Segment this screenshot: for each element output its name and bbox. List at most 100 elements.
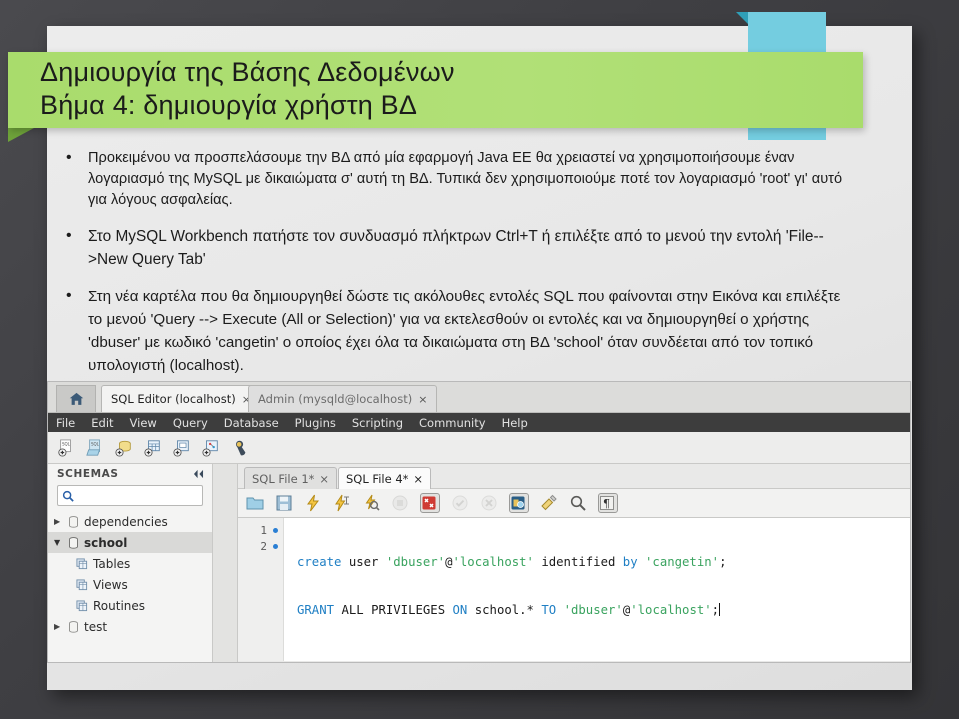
title-line-1: Δημιουργία της Βάσης Δεδομένων xyxy=(40,57,455,87)
tab-admin[interactable]: Admin (mysqld@localhost) × xyxy=(248,385,438,412)
tab-label: SQL Editor (localhost) xyxy=(111,392,236,406)
tree-item-label: school xyxy=(84,535,128,550)
schemas-title: SCHEMAS xyxy=(57,467,119,480)
line-number-row: 1 xyxy=(238,522,283,538)
open-sql-file-icon[interactable]: SQL xyxy=(86,438,104,457)
svg-text:SQL: SQL xyxy=(91,441,100,446)
new-schema-icon[interactable] xyxy=(115,439,133,457)
save-file-icon[interactable] xyxy=(275,494,293,512)
sql-tab-label: SQL File 1* xyxy=(252,471,315,486)
explain-query-icon[interactable] xyxy=(362,494,380,512)
tree-item-label: Views xyxy=(93,577,128,592)
banner-fold-decoration xyxy=(8,128,34,142)
slide-canvas: Δημιουργία της Βάσης Δεδομένων Βήμα 4: δ… xyxy=(0,0,959,719)
new-view-icon[interactable] xyxy=(173,439,191,457)
autocommit-icon[interactable] xyxy=(509,493,529,513)
line-number-gutter: 1 2 xyxy=(238,518,284,661)
menu-item-query[interactable]: Query xyxy=(173,416,208,430)
new-sql-file-icon[interactable]: SQL xyxy=(57,438,75,457)
sql-editor-toolbar: ¶ xyxy=(238,488,910,518)
bullet-item: Προκειμένου να προσπελάσουμε την ΒΔ από … xyxy=(58,147,848,211)
sql-file-tab-strip: SQL File 1* × SQL File 4* × xyxy=(238,464,910,489)
new-table-icon[interactable] xyxy=(144,439,162,457)
chevron-right-icon[interactable]: ▶ xyxy=(54,517,63,526)
page-title: Δημιουργία της Βάσης Δεδομένων Βήμα 4: δ… xyxy=(40,56,800,122)
code-lines[interactable]: create user 'dbuser'@'localhost' identif… xyxy=(284,518,910,661)
beautify-query-icon[interactable] xyxy=(540,494,558,512)
commit-icon xyxy=(452,495,468,511)
sql-file-tab-1[interactable]: SQL File 1* × xyxy=(244,467,338,489)
main-toolbar: SQL SQL xyxy=(48,432,910,464)
tables-icon xyxy=(76,557,88,569)
schema-icon xyxy=(69,536,78,549)
bullet-item: Στο MySQL Workbench πατήστε τον συνδυασμ… xyxy=(58,224,848,271)
menu-item-help[interactable]: Help xyxy=(502,416,528,430)
tab-sql-editor[interactable]: SQL Editor (localhost) × xyxy=(101,385,261,412)
line-number-row: 2 xyxy=(238,538,283,554)
sql-editor-pane: SQL File 1* × SQL File 4* × ¶ 1 2 create… xyxy=(238,464,910,662)
line-number: 1 xyxy=(260,523,267,537)
home-tab-button[interactable] xyxy=(56,385,96,412)
menu-bar: File Edit View Query Database Plugins Sc… xyxy=(48,413,910,432)
title-line-2: Βήμα 4: δημιουργία χρήστη ΒΔ xyxy=(40,90,418,120)
close-icon[interactable]: × xyxy=(413,472,423,486)
security-icon[interactable] xyxy=(231,439,249,457)
tree-item-routines[interactable]: Routines xyxy=(48,595,212,616)
svg-text:¶: ¶ xyxy=(603,497,610,510)
menu-item-database[interactable]: Database xyxy=(224,416,279,430)
rollback-icon xyxy=(481,495,497,511)
workbench-body: SCHEMAS ▶ dependencies ▼ school Tables V… xyxy=(48,464,910,662)
tree-item-label: test xyxy=(84,619,108,634)
chevron-right-icon[interactable]: ▶ xyxy=(54,622,63,631)
sql-tab-label: SQL File 4* xyxy=(346,471,409,486)
mysql-workbench-window: SQL Editor (localhost) × Admin (mysqld@l… xyxy=(47,381,911,663)
menu-item-file[interactable]: File xyxy=(56,416,75,430)
new-routine-icon[interactable] xyxy=(202,439,220,457)
execute-icon[interactable] xyxy=(304,494,322,512)
menu-item-view[interactable]: View xyxy=(130,416,157,430)
menu-item-scripting[interactable]: Scripting xyxy=(352,416,403,430)
menu-item-plugins[interactable]: Plugins xyxy=(295,416,336,430)
menu-item-community[interactable]: Community xyxy=(419,416,486,430)
sidebar-splitter[interactable] xyxy=(213,464,238,662)
bullet-item: Στη νέα καρτέλα που θα δημιουργηθεί δώστ… xyxy=(58,284,848,377)
tab-label: Admin (mysqld@localhost) xyxy=(258,392,413,406)
breakpoint-marker-icon[interactable] xyxy=(273,543,278,549)
toggle-stop-on-error-icon[interactable] xyxy=(420,493,440,513)
close-icon[interactable]: × xyxy=(319,472,329,486)
stop-query-icon xyxy=(392,495,408,511)
tree-item-dependencies[interactable]: ▶ dependencies xyxy=(48,511,212,532)
schemas-sidebar: SCHEMAS ▶ dependencies ▼ school Tables V… xyxy=(48,464,213,662)
routines-icon xyxy=(76,599,88,611)
schemas-header: SCHEMAS xyxy=(48,464,212,483)
find-icon[interactable] xyxy=(569,494,587,512)
schema-search-input[interactable] xyxy=(57,485,203,506)
sql-file-tab-4[interactable]: SQL File 4* × xyxy=(338,467,432,489)
schema-icon xyxy=(69,620,78,633)
svg-text:SQL: SQL xyxy=(62,441,71,446)
home-icon xyxy=(69,392,83,405)
text-cursor xyxy=(719,603,721,616)
open-file-icon[interactable] xyxy=(246,494,264,512)
chevron-down-icon[interactable]: ▼ xyxy=(54,538,63,547)
tree-item-tables[interactable]: Tables xyxy=(48,553,212,574)
search-icon xyxy=(62,490,74,502)
views-icon xyxy=(76,578,88,590)
tree-item-views[interactable]: Views xyxy=(48,574,212,595)
workbench-tab-strip: SQL Editor (localhost) × Admin (mysqld@l… xyxy=(48,382,910,413)
tree-item-test[interactable]: ▶ test xyxy=(48,616,212,637)
breakpoint-marker-icon[interactable] xyxy=(273,527,278,533)
close-icon[interactable]: × xyxy=(418,393,427,406)
execute-current-statement-icon[interactable] xyxy=(333,494,351,512)
tree-item-school[interactable]: ▼ school xyxy=(48,532,212,553)
collapse-panel-icon[interactable] xyxy=(193,469,204,479)
schema-icon xyxy=(69,515,78,528)
sql-code-editor[interactable]: 1 2 create user 'dbuser'@'localhost' ide… xyxy=(238,518,910,661)
bullet-list: Προκειμένου να προσπελάσουμε την ΒΔ από … xyxy=(58,147,848,390)
tree-item-label: Routines xyxy=(93,598,146,613)
show-invisible-chars-icon[interactable]: ¶ xyxy=(598,493,618,513)
menu-item-edit[interactable]: Edit xyxy=(91,416,113,430)
line-number: 2 xyxy=(260,539,267,553)
code-line-2: GRANT ALL PRIVILEGES ON school.* TO 'dbu… xyxy=(297,603,721,617)
tree-item-label: Tables xyxy=(93,556,131,571)
